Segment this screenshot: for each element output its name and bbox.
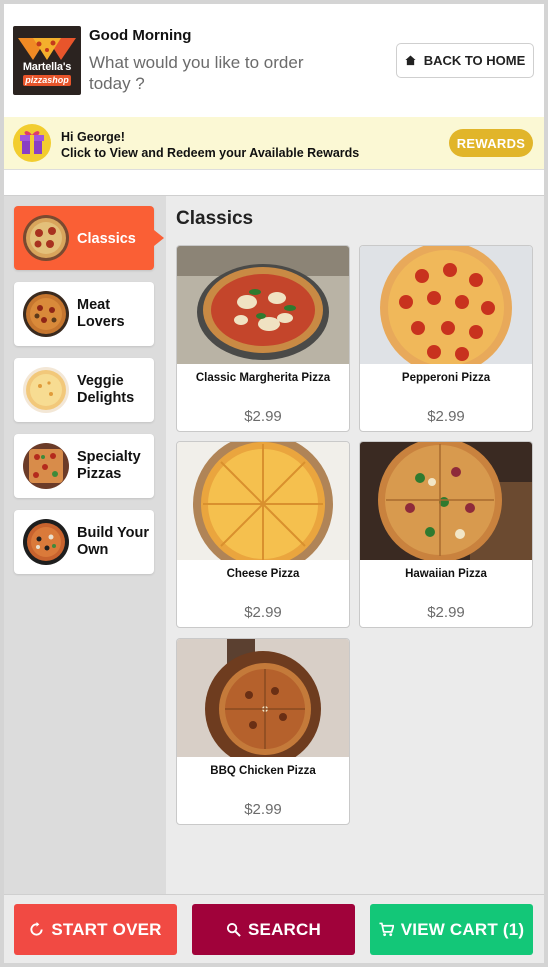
rewards-message: Click to View and Redeem your Available … bbox=[61, 146, 360, 160]
header: Martella's pizzashop Good Morning What w… bbox=[4, 4, 544, 117]
product-name: BBQ Chicken Pizza bbox=[210, 765, 316, 777]
refresh-icon bbox=[30, 922, 43, 936]
view-cart-button[interactable]: VIEW CART (1) bbox=[370, 904, 533, 955]
order-prompt: What would you like to order today ? bbox=[89, 53, 304, 93]
product-name: Classic Margherita Pizza bbox=[195, 372, 331, 384]
sidebar-item-label: Classics bbox=[77, 231, 136, 247]
start-over-label: START OVER bbox=[51, 919, 162, 939]
product-image bbox=[177, 442, 349, 560]
logo-subtext: pizzashop bbox=[23, 75, 71, 86]
category-thumbnail bbox=[23, 215, 69, 261]
section-title: Classics bbox=[176, 208, 254, 229]
kiosk-frame: Martella's pizzashop Good Morning What w… bbox=[0, 0, 548, 967]
greeting-text: Good Morning bbox=[89, 27, 192, 44]
category-thumbnail bbox=[23, 367, 69, 413]
back-to-home-button[interactable]: BACK TO HOME bbox=[396, 43, 534, 78]
back-to-home-label: BACK TO HOME bbox=[423, 53, 526, 68]
sidebar-item-veggie-delights[interactable]: Veggie Delights bbox=[14, 358, 154, 422]
product-price: $2.99 bbox=[427, 408, 465, 425]
category-thumbnail bbox=[23, 519, 69, 565]
rewards-greeting: Hi George! bbox=[61, 130, 125, 144]
sidebar-item-label: Meat Lovers bbox=[77, 297, 125, 330]
category-thumbnail bbox=[23, 443, 69, 489]
product-card-bbq-chicken[interactable]: BBQ Chicken Pizza $2.99 bbox=[176, 638, 350, 825]
product-name: Pepperoni Pizza bbox=[401, 372, 491, 384]
sidebar-item-classics[interactable]: Classics bbox=[14, 206, 164, 270]
gift-icon bbox=[13, 124, 51, 162]
start-over-button[interactable]: START OVER bbox=[14, 904, 177, 955]
product-image bbox=[360, 246, 532, 364]
sidebar-item-label: Build Your Own bbox=[77, 525, 149, 558]
product-image bbox=[177, 246, 349, 364]
header-divider bbox=[4, 169, 544, 196]
product-image bbox=[360, 442, 532, 560]
search-icon bbox=[226, 922, 241, 937]
sidebar-item-build-your-own[interactable]: Build Your Own bbox=[14, 510, 154, 574]
sidebar-item-label: Veggie Delights bbox=[77, 373, 135, 406]
search-label: SEARCH bbox=[248, 919, 321, 939]
sidebar-item-meat-lovers[interactable]: Meat Lovers bbox=[14, 282, 154, 346]
product-card-hawaiian[interactable]: Hawaiian Pizza $2.99 bbox=[359, 441, 533, 628]
sidebar-item-label: Specialty Pizzas bbox=[77, 449, 141, 482]
search-button[interactable]: SEARCH bbox=[192, 904, 355, 955]
product-price: $2.99 bbox=[244, 408, 282, 425]
product-price: $2.99 bbox=[244, 801, 282, 818]
product-name: Cheese Pizza bbox=[226, 568, 300, 580]
cart-icon bbox=[379, 922, 394, 937]
rewards-banner[interactable]: Hi George! Click to View and Redeem your… bbox=[4, 117, 544, 169]
product-price: $2.99 bbox=[244, 604, 282, 621]
product-card-classic-margherita[interactable]: Classic Margherita Pizza $2.99 bbox=[176, 245, 350, 432]
product-name: Hawaiian Pizza bbox=[405, 568, 487, 580]
bottom-action-bar: START OVER SEARCH VIEW CART (1) bbox=[4, 894, 544, 963]
home-icon bbox=[405, 55, 416, 66]
category-sidebar: Classics Meat Lovers Veggie Delights Spe… bbox=[4, 196, 166, 894]
product-card-cheese[interactable]: Cheese Pizza $2.99 bbox=[176, 441, 350, 628]
sidebar-item-specialty-pizzas[interactable]: Specialty Pizzas bbox=[14, 434, 154, 498]
product-image bbox=[177, 639, 349, 757]
product-price: $2.99 bbox=[427, 604, 465, 621]
category-thumbnail bbox=[23, 291, 69, 337]
product-card-pepperoni[interactable]: Pepperoni Pizza $2.99 bbox=[359, 245, 533, 432]
brand-logo: Martella's pizzashop bbox=[13, 26, 81, 95]
view-cart-label: VIEW CART (1) bbox=[400, 919, 525, 939]
rewards-button[interactable]: REWARDS bbox=[449, 129, 533, 157]
logo-text: Martella's bbox=[22, 61, 72, 73]
